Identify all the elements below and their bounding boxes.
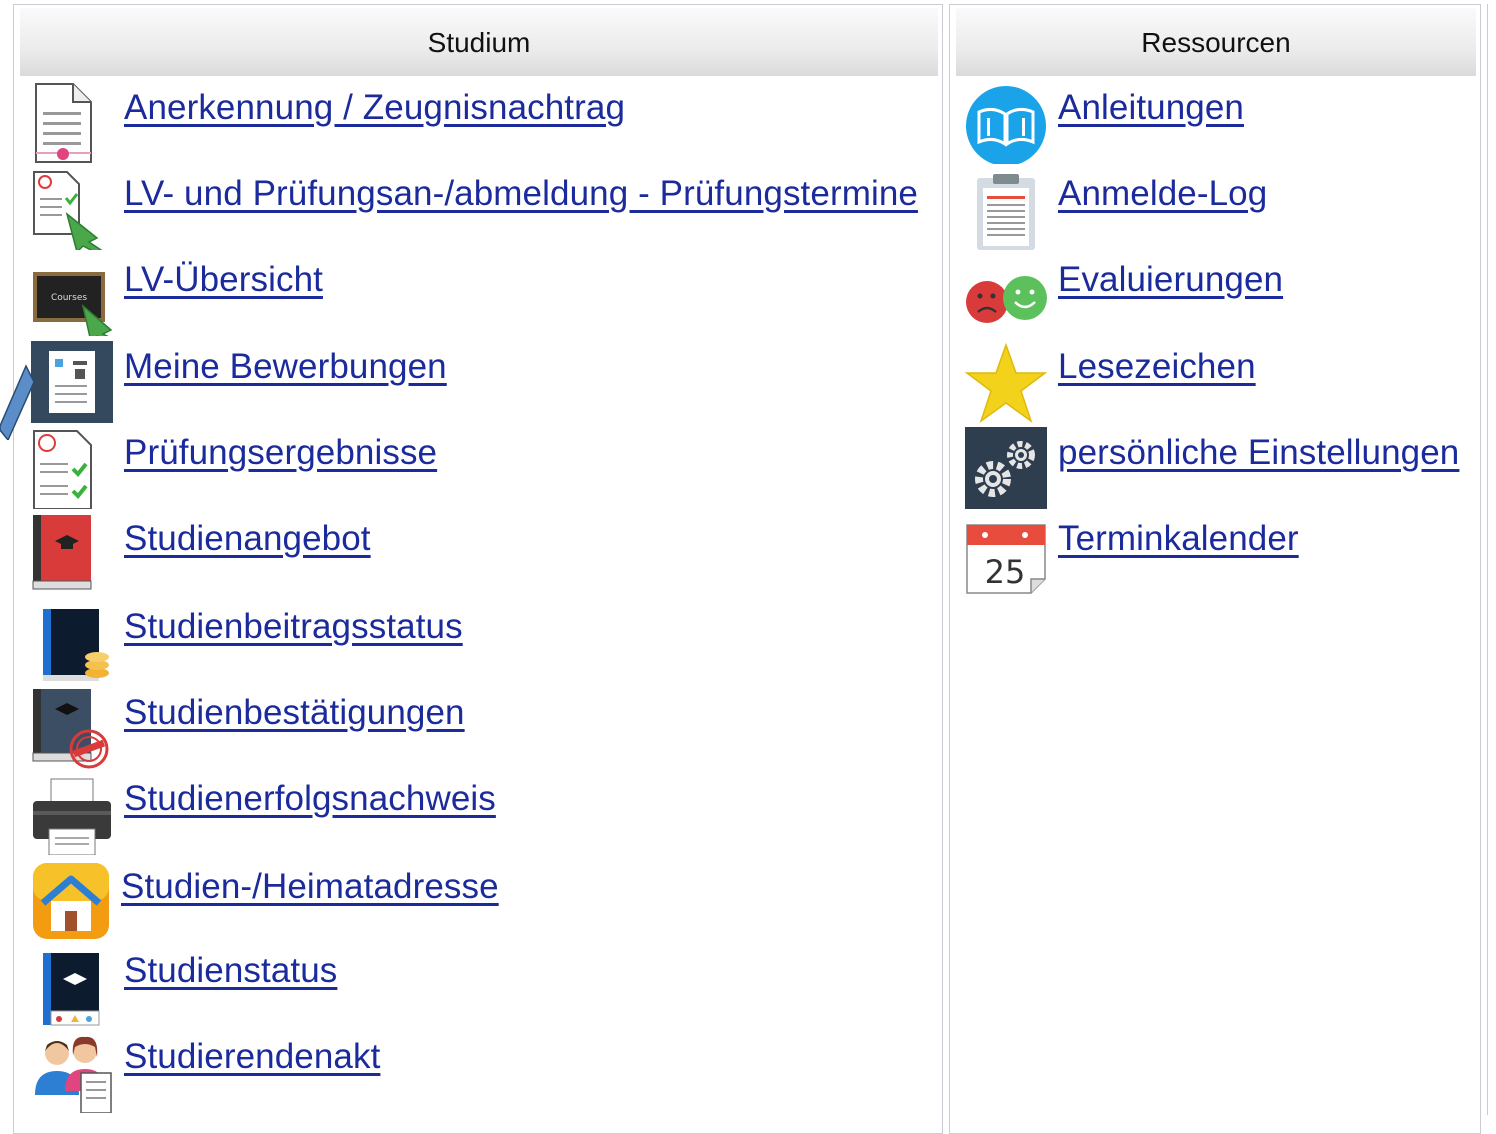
ressourcen-header: Ressourcen <box>956 8 1476 76</box>
calendar-day: 25 <box>985 553 1026 591</box>
book-status-icon <box>31 945 113 1027</box>
menu-item-lv-uebersicht[interactable]: Courses LV-Übersicht <box>14 248 942 336</box>
book-coins-icon <box>31 601 113 683</box>
pointer-arrow-icon <box>0 364 35 440</box>
menu-link-heimatadresse[interactable]: Studien-/Heimatadresse <box>121 867 499 907</box>
menu-link-persoenliche-einstellungen[interactable]: persönliche Einstellungen <box>1058 433 1459 473</box>
menu-link-meine-bewerbungen[interactable]: Meine Bewerbungen <box>124 347 447 387</box>
menu-link-lv-uebersicht[interactable]: LV-Übersicht <box>124 260 323 300</box>
menu-link-anmelde-log[interactable]: Anmelde-Log <box>1058 174 1267 214</box>
exam-registration-icon <box>31 168 113 250</box>
menu-link-lv-pruefungsanmeldung[interactable]: LV- und Prüfungsan-/abmeldung - Prüfungs… <box>124 174 918 214</box>
menu-item-lv-pruefungsanmeldung[interactable]: LV- und Prüfungsan-/abmeldung - Prüfungs… <box>14 162 942 250</box>
menu-item-anmelde-log[interactable]: Anmelde-Log <box>950 162 1480 250</box>
menu-item-studienerfolgsnachweis[interactable]: Studienerfolgsnachweis <box>14 767 942 855</box>
menu-link-evaluierungen[interactable]: Evaluierungen <box>1058 260 1283 300</box>
menu-item-lesezeichen[interactable]: Lesezeichen <box>950 335 1480 423</box>
calendar-icon: 25 <box>965 513 1047 595</box>
open-book-manual-icon <box>965 82 1047 164</box>
menu-item-studienangebot[interactable]: Studienangebot <box>14 507 942 593</box>
menu-item-terminkalender[interactable]: 25 Terminkalender <box>950 507 1480 595</box>
menu-link-terminkalender[interactable]: Terminkalender <box>1058 519 1299 559</box>
next-panel-edge <box>1487 4 1488 1115</box>
printer-icon <box>31 773 113 855</box>
menu-item-studienstatus[interactable]: Studienstatus <box>14 939 942 1027</box>
menu-item-studienbeitragsstatus[interactable]: Studienbeitragsstatus <box>14 595 942 681</box>
menu-link-anerkennung[interactable]: Anerkennung / Zeugnisnachtrag <box>124 88 625 128</box>
blackboard-courses-icon: Courses <box>31 254 113 336</box>
menu-item-anleitungen[interactable]: Anleitungen <box>950 76 1480 164</box>
book-approved-stamp-icon <box>31 687 113 769</box>
menu-item-studienbestaetigungen[interactable]: Studienbestätigungen <box>14 681 942 769</box>
menu-link-studienbestaetigungen[interactable]: Studienbestätigungen <box>124 693 465 733</box>
menu-item-pruefungsergebnisse[interactable]: Prüfungsergebnisse <box>14 421 942 509</box>
star-bookmark-icon <box>965 341 1047 423</box>
studium-header: Studium <box>20 8 938 76</box>
menu-link-studierendenakt[interactable]: Studierendenakt <box>124 1037 380 1077</box>
certificate-document-icon <box>31 82 113 164</box>
menu-link-studienstatus[interactable]: Studienstatus <box>124 951 337 991</box>
menu-item-studierendenakt[interactable]: Studierendenakt <box>14 1025 942 1113</box>
exam-results-checklist-icon <box>31 427 113 509</box>
svg-text:Courses: Courses <box>51 293 87 303</box>
clipboard-log-icon <box>965 168 1047 250</box>
menu-item-heimatadresse[interactable]: Studien-/Heimatadresse <box>14 855 942 941</box>
menu-item-persoenliche-einstellungen[interactable]: persönliche Einstellungen <box>950 421 1480 509</box>
students-file-icon <box>31 1031 113 1113</box>
menu-link-studienbeitragsstatus[interactable]: Studienbeitragsstatus <box>124 607 463 647</box>
menu-link-studienerfolgsnachweis[interactable]: Studienerfolgsnachweis <box>124 779 496 819</box>
menu-link-lesezeichen[interactable]: Lesezeichen <box>1058 347 1256 387</box>
studium-header-label: Studium <box>427 27 531 58</box>
red-book-graduation-icon <box>31 513 113 595</box>
applications-document-icon <box>31 341 113 423</box>
menu-item-meine-bewerbungen[interactable]: Meine Bewerbungen <box>14 335 942 423</box>
menu-link-studienangebot[interactable]: Studienangebot <box>124 519 371 559</box>
menu-item-evaluierungen[interactable]: Evaluierungen <box>950 248 1480 334</box>
studium-panel: Studium Anerkennung / Zeugnisnachtrag LV… <box>13 4 943 1134</box>
menu-link-anleitungen[interactable]: Anleitungen <box>1058 88 1244 128</box>
ressourcen-header-label: Ressourcen <box>1141 27 1291 58</box>
ressourcen-panel: Ressourcen Anleitungen Anmelde-Log Evalu… <box>949 4 1481 1134</box>
gears-settings-icon <box>965 427 1047 509</box>
menu-link-pruefungsergebnisse[interactable]: Prüfungsergebnisse <box>124 433 437 473</box>
home-address-icon <box>31 861 113 943</box>
sad-happy-faces-icon <box>965 254 1047 336</box>
menu-item-anerkennung[interactable]: Anerkennung / Zeugnisnachtrag <box>14 76 942 164</box>
